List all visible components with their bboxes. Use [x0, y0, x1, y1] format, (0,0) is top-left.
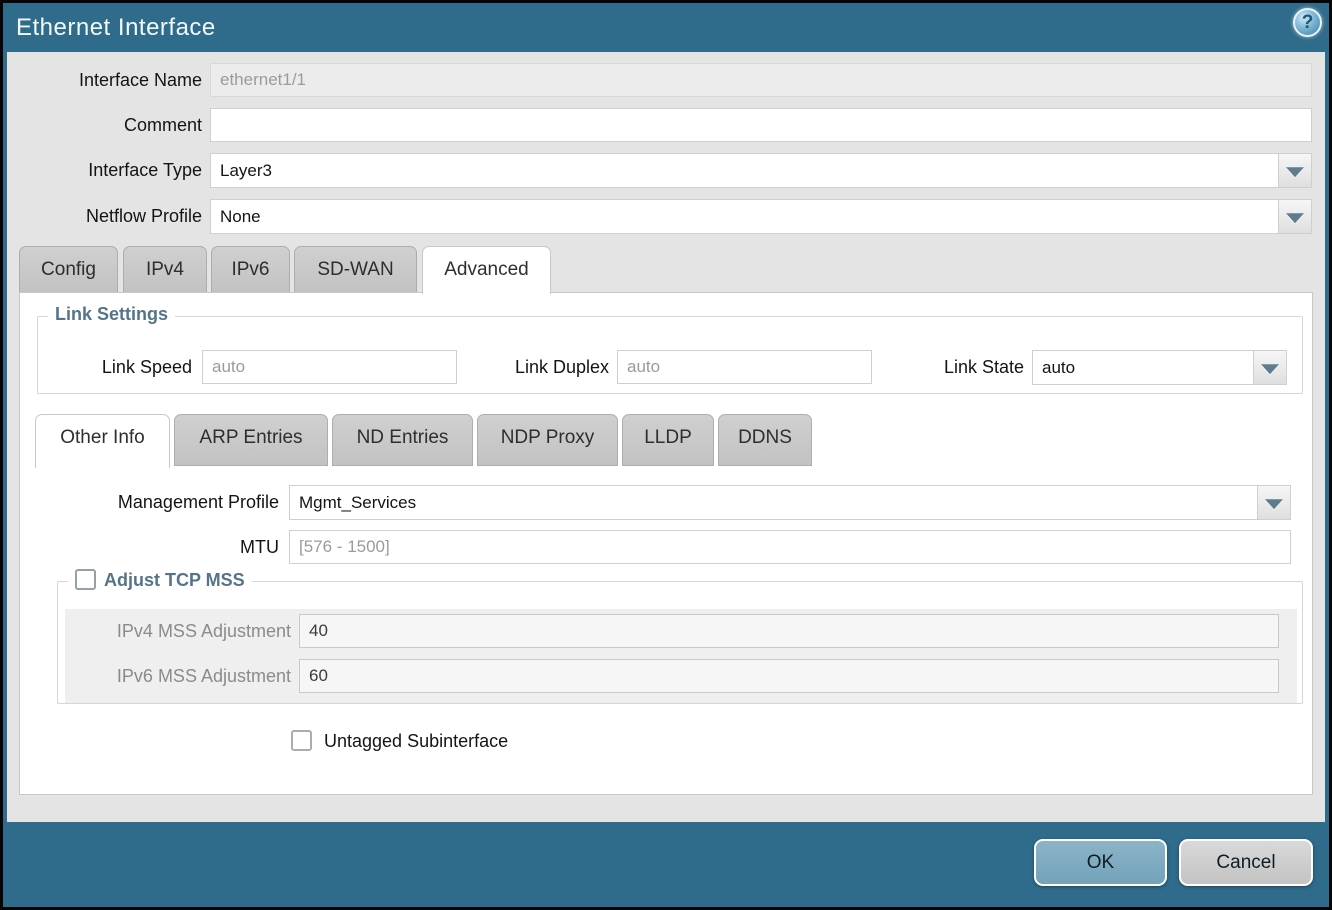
- ipv6-mss-input: [299, 659, 1279, 693]
- subtab-nd-entries[interactable]: ND Entries: [332, 414, 473, 466]
- ethernet-interface-dialog: Ethernet Interface ? Interface Name Comm…: [0, 0, 1332, 910]
- interface-type-value: Layer3: [220, 154, 272, 187]
- subtab-ddns[interactable]: DDNS: [718, 414, 812, 466]
- netflow-profile-value: None: [220, 200, 261, 233]
- adjust-tcp-mss-legend: Adjust TCP MSS: [104, 570, 245, 590]
- ok-button[interactable]: OK: [1034, 839, 1167, 886]
- chevron-down-icon: [1286, 167, 1304, 177]
- netflow-profile-label: Netflow Profile: [7, 199, 202, 233]
- dialog-title: Ethernet Interface: [16, 14, 216, 42]
- tab-sdwan[interactable]: SD-WAN: [294, 246, 417, 293]
- link-state-dropdown-button[interactable]: [1253, 351, 1286, 384]
- netflow-profile-dropdown-button[interactable]: [1278, 200, 1311, 233]
- subtab-lldp[interactable]: LLDP: [622, 414, 714, 466]
- adjust-tcp-mss-checkbox[interactable]: [75, 569, 96, 590]
- subtab-ndp-proxy[interactable]: NDP Proxy: [477, 414, 618, 466]
- chevron-down-icon: [1265, 499, 1283, 509]
- comment-label: Comment: [7, 108, 202, 142]
- interface-type-label: Interface Type: [7, 153, 202, 187]
- link-state-dropdown[interactable]: auto: [1032, 350, 1287, 385]
- untagged-subinterface-label: Untagged Subinterface: [324, 724, 644, 758]
- ipv6-mss-label: IPv6 MSS Adjustment: [20, 659, 291, 693]
- link-state-value: auto: [1042, 351, 1075, 384]
- management-profile-label: Management Profile: [20, 485, 279, 519]
- interface-name-label: Interface Name: [7, 63, 202, 97]
- interface-type-dropdown-button[interactable]: [1278, 154, 1311, 187]
- subtab-arp-entries[interactable]: ARP Entries: [174, 414, 328, 466]
- management-profile-value: Mgmt_Services: [299, 486, 416, 519]
- mtu-label: MTU: [20, 530, 279, 564]
- chevron-down-icon: [1286, 213, 1304, 223]
- dialog-titlebar: Ethernet Interface ?: [3, 3, 1329, 52]
- ipv4-mss-label: IPv4 MSS Adjustment: [20, 614, 291, 648]
- tab-ipv4[interactable]: IPv4: [123, 246, 207, 293]
- management-profile-dropdown-button[interactable]: [1257, 486, 1290, 519]
- dialog-body: Interface Name Comment Interface Type La…: [7, 52, 1325, 822]
- link-duplex-input[interactable]: [617, 350, 872, 384]
- interface-type-dropdown[interactable]: Layer3: [210, 153, 1312, 188]
- link-speed-label: Link Speed: [72, 350, 192, 384]
- untagged-subinterface-checkbox[interactable]: [291, 730, 312, 751]
- help-icon[interactable]: ?: [1293, 8, 1322, 37]
- link-speed-input[interactable]: [202, 350, 457, 384]
- interface-name-input: [210, 63, 1312, 97]
- management-profile-dropdown[interactable]: Mgmt_Services: [289, 485, 1291, 520]
- chevron-down-icon: [1261, 364, 1279, 374]
- comment-input[interactable]: [210, 108, 1312, 142]
- subtab-other-info[interactable]: Other Info: [35, 414, 170, 468]
- netflow-profile-dropdown[interactable]: None: [210, 199, 1312, 234]
- link-state-label: Link State: [914, 350, 1024, 384]
- advanced-tab-panel: Link Settings Link Speed Link Duplex Lin…: [19, 292, 1313, 795]
- link-duplex-label: Link Duplex: [479, 350, 609, 384]
- cancel-button[interactable]: Cancel: [1179, 839, 1313, 886]
- tab-ipv6[interactable]: IPv6: [211, 246, 290, 293]
- ipv4-mss-input: [299, 614, 1279, 648]
- tab-config[interactable]: Config: [19, 246, 118, 293]
- tab-advanced[interactable]: Advanced: [422, 246, 551, 294]
- mtu-input[interactable]: [289, 530, 1291, 564]
- link-settings-legend: Link Settings: [48, 304, 175, 325]
